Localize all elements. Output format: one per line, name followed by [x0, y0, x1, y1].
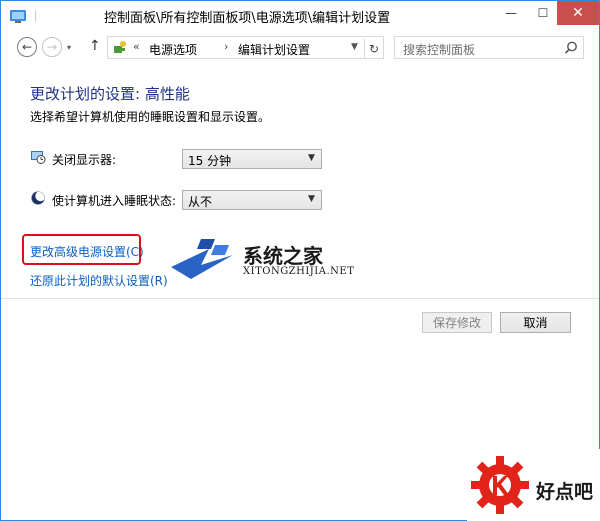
forward-button[interactable]: → — [42, 37, 62, 57]
address-overflow-icon[interactable]: « — [133, 40, 140, 53]
watermark-title: 系统之家 — [243, 244, 323, 268]
navigation-bar: ← → ▾ ↑ « 电源选项 › 编辑计划设置 ▼ ↻ 搜索控制面板 — [1, 33, 599, 61]
window-title: 控制面板\所有控制面板项\电源选项\编辑计划设置 — [104, 11, 391, 26]
up-button[interactable]: ↑ — [89, 38, 101, 54]
chevron-down-icon: ▼ — [308, 194, 315, 204]
sleep-value: 从不 — [188, 195, 213, 209]
moon-icon — [31, 190, 46, 205]
chevron-down-icon: ▼ — [308, 153, 315, 163]
breadcrumb-power-options[interactable]: 电源选项 — [149, 41, 197, 58]
title-bar[interactable]: 控制面板\所有控制面板项\电源选项\编辑计划设置 — ☐ ✕ — [1, 1, 599, 31]
display-off-value: 15 分钟 — [188, 154, 232, 168]
power-options-icon — [114, 41, 126, 53]
refresh-button[interactable]: ↻ — [364, 39, 383, 58]
page-title: 更改计划的设置: 高性能 — [30, 85, 190, 103]
save-changes-button[interactable]: 保存修改 — [422, 312, 492, 333]
cancel-button[interactable]: 取消 — [500, 312, 571, 333]
watermark-logo-icon — [171, 239, 233, 279]
display-off-label: 关闭显示器: — [52, 153, 117, 167]
address-bar[interactable]: « 电源选项 › 编辑计划设置 ▼ ↻ — [107, 36, 384, 59]
page-subtitle: 选择希望计算机使用的睡眠设置和显示设置。 — [30, 110, 271, 124]
control-panel-icon — [10, 10, 26, 23]
title-separator — [35, 10, 36, 22]
restore-defaults-link[interactable]: 还原此计划的默认设置(R) — [30, 272, 168, 289]
close-button[interactable]: ✕ — [557, 1, 599, 25]
maximize-button[interactable]: ☐ — [527, 1, 559, 25]
breadcrumb-edit-plan-settings[interactable]: 编辑计划设置 — [238, 41, 310, 58]
breadcrumb-separator-icon[interactable]: › — [224, 40, 228, 53]
recent-locations-icon[interactable]: ▾ — [67, 43, 71, 52]
back-button[interactable]: ← — [17, 37, 37, 57]
monitor-clock-icon — [31, 151, 46, 164]
search-placeholder: 搜索控制面板 — [403, 43, 476, 57]
search-icon[interactable] — [563, 40, 579, 56]
watermark-url: XITONGZHIJIA.NET — [243, 266, 355, 277]
display-off-select[interactable]: 15 分钟 ▼ — [182, 149, 322, 169]
sleep-label: 使计算机进入睡眠状态: — [52, 194, 177, 208]
address-dropdown-icon[interactable]: ▼ — [351, 42, 358, 52]
sleep-select[interactable]: 从不 ▼ — [182, 190, 322, 210]
corner-logo-text: 好点吧 — [536, 481, 594, 503]
gear-logo-icon — [471, 456, 529, 514]
search-input[interactable]: 搜索控制面板 — [394, 36, 584, 59]
minimize-button[interactable]: — — [495, 1, 527, 25]
corner-logo: 好点吧 — [467, 449, 600, 521]
footer-divider — [1, 298, 599, 299]
advanced-power-settings-link[interactable]: 更改高级电源设置(C) — [30, 243, 144, 260]
edit-plan-settings-window: 控制面板\所有控制面板项\电源选项\编辑计划设置 — ☐ ✕ ← → ▾ ↑ «… — [0, 0, 600, 521]
watermark: 系统之家 XITONGZHIJIA.NET — [171, 235, 371, 285]
